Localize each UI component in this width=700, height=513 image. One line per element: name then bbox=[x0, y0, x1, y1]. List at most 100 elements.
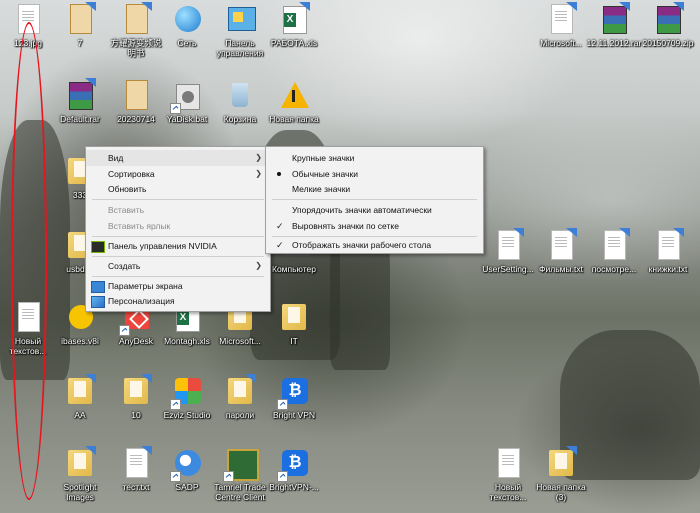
desktop-icon-label: IT bbox=[290, 336, 298, 346]
submenu-item-show-icons[interactable]: ✓ Отображать значки рабочего стола bbox=[266, 237, 483, 253]
menu-item-display[interactable]: Параметры экрана bbox=[86, 278, 270, 294]
menu-item-label: Вставить bbox=[108, 205, 145, 215]
desktop-icon[interactable]: 10 bbox=[108, 374, 164, 420]
submenu-item-normal-icons[interactable]: Обычные значки bbox=[266, 166, 483, 182]
desktop-icon-label: 方耀源变频说明书 bbox=[110, 38, 162, 58]
personalize-icon bbox=[91, 296, 105, 308]
archive-icon bbox=[65, 78, 96, 112]
folder-icon bbox=[279, 302, 309, 334]
submenu-item-small-icons[interactable]: Мелкие значки bbox=[266, 181, 483, 197]
desktop-icon-label: 7 bbox=[77, 38, 83, 48]
menu-item-paste-shortcut[interactable]: Вставить ярлык bbox=[86, 218, 270, 234]
desktop-icon-label: Montagh.xls bbox=[164, 336, 210, 346]
desktop-icon[interactable]: Spotlight Images bbox=[52, 446, 108, 502]
desktop-icon-label: UserSetting... bbox=[482, 264, 534, 274]
desktop-icon[interactable]: 12.11.2012.rar bbox=[586, 2, 642, 48]
desktop-icon[interactable]: Microsoft... bbox=[533, 2, 589, 48]
desktop-icon[interactable]: Новая папка bbox=[266, 80, 322, 124]
desktop-icon[interactable]: YaDisk.bat bbox=[159, 80, 215, 124]
archive-icon bbox=[653, 2, 684, 36]
text-document-icon bbox=[493, 228, 524, 262]
desktop-icon[interactable]: Панель управления bbox=[212, 4, 268, 58]
menu-item-create[interactable]: Создать ❯ bbox=[86, 258, 270, 274]
desktop-icon[interactable]: Tamriel Trade Centre Client bbox=[212, 448, 268, 502]
desktop-icon[interactable]: 方耀源变频说明书 bbox=[108, 2, 164, 58]
warning-icon bbox=[279, 80, 309, 112]
desktop-icon[interactable]: IT bbox=[266, 302, 322, 346]
desktop-icon[interactable]: посмотре... bbox=[586, 228, 642, 274]
desktop-icon[interactable]: SADP bbox=[159, 448, 215, 492]
menu-item-nvidia[interactable]: Панель управления NVIDIA bbox=[86, 238, 270, 254]
red-ellipse-annotation bbox=[11, 22, 47, 500]
desktop-icon-label: Ezviz Studio bbox=[163, 410, 211, 420]
desktop-icon-label: Фильмы.txt bbox=[539, 264, 583, 274]
desktop-icon-label: SADP bbox=[175, 482, 199, 492]
menu-item-refresh[interactable]: Обновить bbox=[86, 181, 270, 197]
menu-item-label: Упорядочить значки автоматически bbox=[292, 205, 432, 215]
desktop-icon[interactable]: AA bbox=[52, 374, 108, 420]
desktop-icon[interactable]: книжки.txt bbox=[640, 228, 696, 274]
text-document-icon bbox=[493, 448, 523, 480]
desktop-icon-label: Bright VPN bbox=[272, 410, 316, 420]
desktop-icon-label: Корзина bbox=[223, 114, 257, 124]
desktop-icon-label: BrightVPN-... bbox=[269, 482, 319, 492]
desktop-icon[interactable]: 20150709.zip bbox=[640, 2, 696, 48]
vpn-shield-icon: ₿ bbox=[277, 448, 309, 482]
desktop-icon-label: Microsoft... bbox=[219, 336, 261, 346]
menu-item-label: Мелкие значки bbox=[292, 184, 351, 194]
submenu-item-align-grid[interactable]: ✓ Выровнять значки по сетке bbox=[266, 218, 483, 234]
submenu-item-large-icons[interactable]: Крупные значки bbox=[266, 150, 483, 166]
desktop-icon[interactable]: Новый текстов... bbox=[480, 448, 536, 502]
desktop-icon-label: Новая папка bbox=[269, 114, 319, 124]
desktop-icon[interactable]: ₿ Bright VPN bbox=[266, 376, 322, 420]
desktop-icon[interactable]: UserSetting... bbox=[480, 228, 536, 274]
menu-item-view[interactable]: Вид ❯ bbox=[86, 150, 270, 166]
desktop-icon-label: Панель управления bbox=[216, 38, 264, 58]
desktop-icon[interactable]: Новая папка (3) bbox=[533, 446, 589, 502]
menu-item-label: Панель управления NVIDIA bbox=[108, 241, 217, 251]
menu-item-label: Обновить bbox=[108, 184, 147, 194]
vpn-shield-icon: ₿ bbox=[277, 376, 309, 410]
folder-icon bbox=[65, 374, 96, 408]
menu-item-paste[interactable]: Вставить bbox=[86, 202, 270, 218]
desktop-icon[interactable]: пароли bbox=[212, 374, 268, 420]
desktop-icon-label: книжки.txt bbox=[648, 264, 688, 274]
excel-file-icon bbox=[279, 2, 310, 36]
desktop-icon[interactable]: тест.txt bbox=[108, 446, 164, 492]
desktop-icon[interactable]: Default.rar bbox=[52, 78, 108, 124]
desktop-icon[interactable]: 20230714 bbox=[108, 80, 164, 124]
desktop-icon[interactable]: Корзина bbox=[212, 80, 268, 124]
text-document-icon bbox=[546, 228, 577, 262]
desktop-icon[interactable]: РАБОТА.xls bbox=[266, 2, 322, 48]
submenu-item-auto-arrange[interactable]: Упорядочить значки автоматически bbox=[266, 202, 483, 218]
desktop-icon[interactable]: Фильмы.txt bbox=[533, 228, 589, 274]
menu-item-personalize[interactable]: Персонализация bbox=[86, 293, 270, 309]
desktop-icon[interactable]: 7 bbox=[52, 2, 108, 48]
desktop-icon-label: ibases.v8i bbox=[61, 336, 99, 346]
checkmark-icon: ✓ bbox=[276, 240, 284, 250]
chevron-right-icon: ❯ bbox=[255, 153, 262, 162]
desktop-icon-label: Сеть bbox=[177, 38, 197, 48]
document-folder-icon bbox=[121, 80, 151, 112]
menu-separator bbox=[92, 199, 264, 200]
menu-item-label: Создать bbox=[108, 261, 141, 271]
desktop-icon-label: 20230714 bbox=[117, 114, 155, 124]
chevron-right-icon: ❯ bbox=[255, 261, 262, 270]
text-document-icon bbox=[546, 2, 577, 36]
shortcut-arrow-icon bbox=[223, 471, 234, 482]
desktop-icon[interactable]: ₿ BrightVPN-... bbox=[266, 448, 322, 492]
desktop-icon-label: тест.txt bbox=[122, 482, 150, 492]
menu-item-sort[interactable]: Сортировка ❯ bbox=[86, 166, 270, 182]
desktop-icon[interactable]: Ezviz Studio bbox=[159, 376, 215, 420]
desktop-icon-label: Default.rar bbox=[60, 114, 100, 124]
batch-file-icon bbox=[170, 80, 202, 114]
menu-item-label: Сортировка bbox=[108, 169, 155, 179]
desktop-icon[interactable]: Сеть bbox=[159, 4, 215, 48]
menu-item-label: Вид bbox=[108, 153, 124, 163]
desktop-icon-label: 12.11.2012.rar bbox=[586, 38, 642, 48]
desktop-icon-label: пароли bbox=[225, 410, 255, 420]
menu-item-label: Персонализация bbox=[108, 296, 175, 306]
document-folder-icon bbox=[65, 2, 96, 36]
desktop-icon-label: 10 bbox=[131, 410, 141, 420]
tamriel-icon bbox=[223, 448, 259, 482]
